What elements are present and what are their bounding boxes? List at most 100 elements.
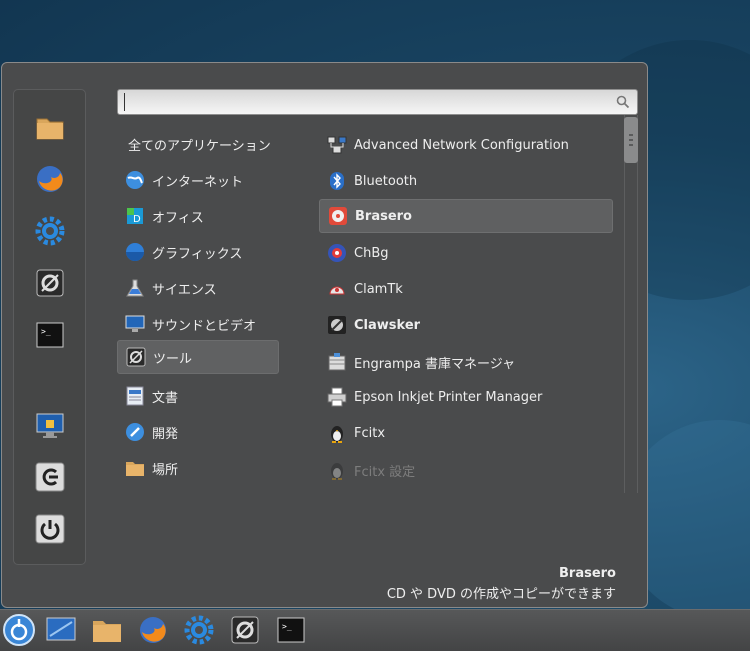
taskbar-firefox[interactable] [137,614,169,646]
category-label: 場所 [152,462,179,478]
favorite-tools[interactable] [34,267,66,299]
favorite-settings[interactable] [34,215,66,247]
lock-screen-button[interactable] [34,409,66,441]
taskbar-terminal[interactable]: >_ [275,614,307,646]
logout-button[interactable] [34,461,66,493]
taskbar: >_ [0,609,750,651]
category-label: インターネット [152,174,244,190]
app-brasero[interactable]: Brasero [319,199,613,233]
tools-icon [231,616,259,644]
power-icon [35,514,65,544]
category-tools[interactable]: ツール [117,340,279,374]
settings-gear-icon [35,216,65,246]
category-label: 開発 [152,426,179,442]
taskbar-files[interactable] [91,614,123,646]
settings-gear-icon [184,615,214,645]
printer-icon [327,387,347,407]
category-sound-video[interactable]: サウンドとビデオ [117,307,279,341]
category-label: 文書 [152,390,179,406]
bluetooth-icon [327,171,347,191]
app-chbg[interactable]: ChBg [319,236,613,270]
svg-text:D: D [133,214,141,225]
app-label: Advanced Network Configuration [354,137,569,153]
tools-icon [36,269,64,297]
taskbar-settings[interactable] [183,614,215,646]
brasero-disc-icon [328,206,348,226]
category-places[interactable]: 場所 [117,451,279,485]
app-clamtk[interactable]: ClamTk [319,272,613,306]
office-icon: D [125,206,145,226]
show-desktop-icon [46,617,76,641]
svg-text:>_: >_ [41,327,51,336]
chbg-icon [327,243,347,263]
app-label: Fcitx [354,425,386,441]
app-label: ClamTk [354,281,403,297]
app-list-scrollbar-track[interactable] [624,115,638,493]
selected-app-description: CD や DVD の作成やコピーができます [386,587,616,602]
app-list-scrollbar-thumb[interactable] [624,117,638,163]
tux-icon [327,460,347,480]
network-icon [327,135,347,155]
app-label: Clawsker [354,317,421,333]
category-development[interactable]: 開発 [117,415,279,449]
menu-button[interactable] [3,614,35,646]
category-science[interactable]: サイエンス [117,271,279,305]
app-bluetooth[interactable]: Bluetooth [319,164,613,198]
app-label: Engrampa 書庫マネージャ [354,356,516,372]
category-label: オフィス [152,210,204,226]
logout-icon [35,462,65,492]
app-label: ChBg [354,245,389,261]
app-fcitx-settings[interactable]: Fcitx 設定 [319,453,613,487]
flask-icon [125,278,145,298]
app-label: Bluetooth [354,173,418,189]
monitor-icon [125,314,145,334]
firefox-icon [37,166,63,192]
favorites-bar: >_ [13,89,86,565]
category-all-applications[interactable]: 全てのアプリケーション [128,135,271,154]
firefox-icon [140,617,166,643]
category-label: サイエンス [152,282,217,298]
folder-icon [93,621,121,642]
app-engrampa[interactable]: Engrampa 書庫マネージャ [319,345,613,379]
shutdown-button[interactable] [34,513,66,545]
graphics-icon [125,242,145,262]
selected-app-title: Brasero [559,566,616,581]
category-documents[interactable]: 文書 [117,379,279,413]
folder-icon [125,458,145,478]
app-fcitx[interactable]: Fcitx [319,416,613,450]
favorite-files[interactable] [34,111,66,143]
app-clawsker[interactable]: Clawsker [319,308,613,342]
app-label: Epson Inkjet Printer Manager [354,389,543,405]
category-office[interactable]: D オフィス [117,199,279,233]
category-label: グラフィックス [152,246,243,262]
terminal-icon: >_ [277,617,305,643]
svg-text:>_: >_ [282,622,292,631]
app-advanced-network-configuration[interactable]: Advanced Network Configuration [319,128,613,162]
app-label: Brasero [355,208,412,224]
search-input[interactable] [124,93,605,111]
category-internet[interactable]: インターネット [117,163,279,197]
search-box[interactable] [117,89,638,115]
application-menu: >_ 全てのアプリケーション インターネット D オフィス グラフィックス サイ… [1,62,648,608]
clawsker-icon [327,315,347,335]
development-icon [125,422,145,442]
favorite-firefox[interactable] [34,163,66,195]
favorite-terminal[interactable]: >_ [34,319,66,351]
app-label: Fcitx 設定 [354,464,416,480]
lock-screen-icon [36,413,64,438]
clamtk-icon [327,279,347,299]
folder-icon [36,118,64,140]
search-icon [616,95,630,109]
show-desktop-button[interactable] [45,614,77,646]
tools-icon [126,347,146,367]
terminal-icon: >_ [36,322,64,348]
category-graphics[interactable]: グラフィックス [117,235,279,269]
app-epson-printer-manager[interactable]: Epson Inkjet Printer Manager [319,380,613,414]
globe-icon [125,170,145,190]
taskbar-tools[interactable] [229,614,261,646]
archive-icon [327,352,347,372]
category-label: サウンドとビデオ [152,318,257,334]
tux-icon [327,423,347,443]
menu-icon [3,614,35,646]
document-icon [125,386,145,406]
